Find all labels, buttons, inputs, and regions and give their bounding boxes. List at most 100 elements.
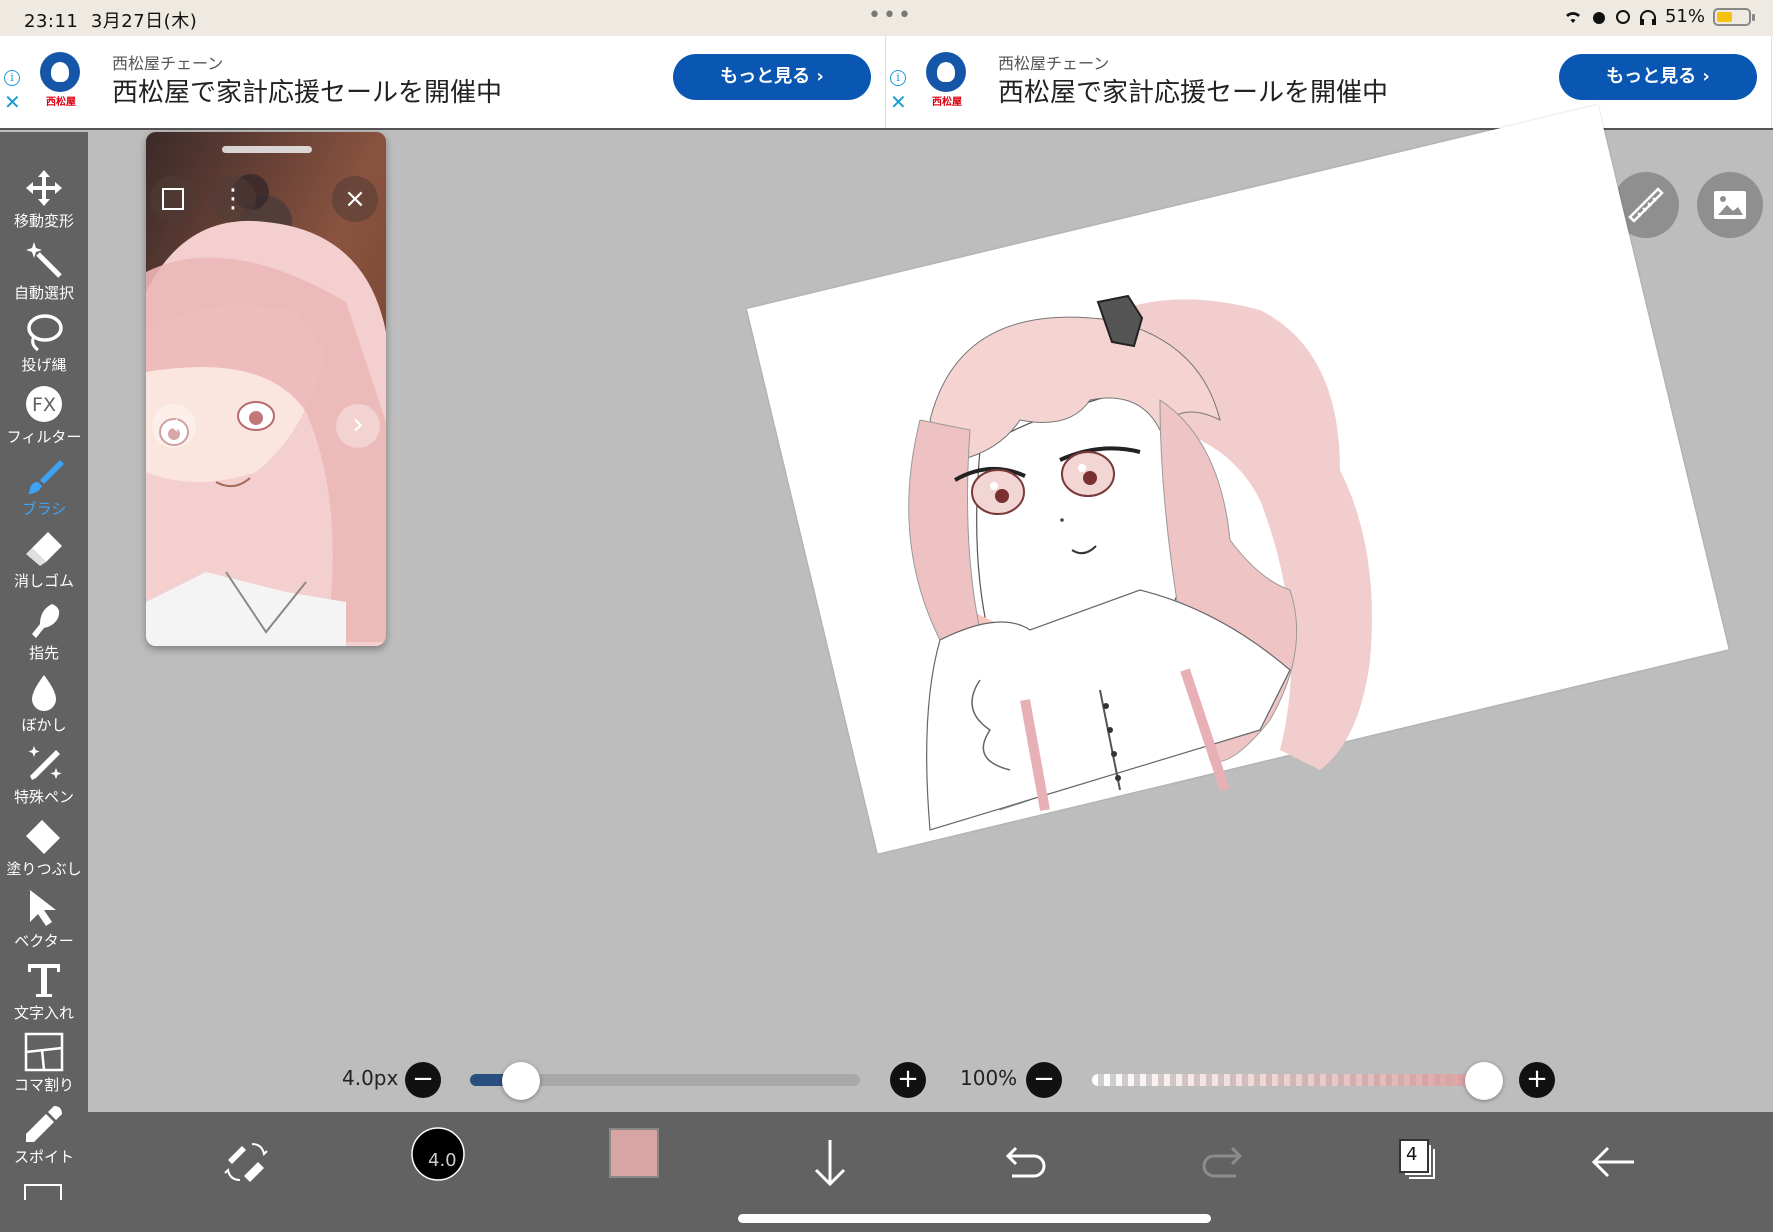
tool-more-icon[interactable] xyxy=(24,1184,62,1200)
reference-prev-button[interactable]: ‹ xyxy=(152,404,196,448)
multitask-dots-icon[interactable]: ••• xyxy=(868,3,913,28)
vector-arrow-icon xyxy=(30,890,56,926)
reference-window[interactable]: ⋮ × ‹ › xyxy=(146,132,386,646)
redo-button[interactable] xyxy=(1190,1130,1254,1194)
tool-label: フィルター xyxy=(6,428,82,446)
reference-menu-button[interactable]: ⋮ xyxy=(210,176,256,222)
ad-company: 西松屋チェーン xyxy=(112,54,224,73)
bottom-toolbar: 4.0 4 xyxy=(88,1112,1773,1232)
ad-close-icon[interactable]: ✕ xyxy=(4,90,21,114)
fx-icon: FX xyxy=(26,386,62,422)
image-button[interactable] xyxy=(1697,172,1763,238)
minus-icon: − xyxy=(1033,1064,1055,1094)
square-icon xyxy=(162,188,184,210)
orientation-lock-icon xyxy=(1615,9,1630,24)
clock-time: 23:11 xyxy=(24,11,79,32)
tool-label: ブラシ xyxy=(21,500,67,518)
alarm-icon xyxy=(1592,11,1605,24)
minus-icon: − xyxy=(412,1064,434,1094)
ad-banner[interactable]: i ✕ 西松屋 西松屋チェーン 西松屋で家計応援セールを開催中 もっと見る › xyxy=(0,36,886,128)
ad-logo-text: 西松屋 xyxy=(932,97,962,108)
tool-smudge[interactable]: 指先 xyxy=(0,600,88,670)
brush-size-thumb[interactable] xyxy=(501,1062,540,1100)
status-icons: 51% xyxy=(1563,6,1755,27)
ad-close-icon[interactable]: ✕ xyxy=(890,90,907,114)
ad-banner[interactable]: i ✕ 西松屋 西松屋チェーン 西松屋で家計応援セールを開催中 もっと見る › xyxy=(886,36,1772,128)
reference-drag-handle[interactable] xyxy=(222,146,312,153)
tool-label: 指先 xyxy=(28,644,59,662)
layers-button[interactable]: 4 xyxy=(1386,1130,1450,1194)
home-indicator[interactable] xyxy=(738,1214,1211,1223)
smudge-icon xyxy=(32,604,60,638)
brush-size-value: 4.0px xyxy=(342,1066,399,1090)
svg-text:FX: FX xyxy=(32,394,56,416)
image-icon xyxy=(1714,191,1746,219)
reference-frame-button[interactable] xyxy=(150,176,196,222)
tool-filter[interactable]: FX フィルター xyxy=(0,384,88,454)
tool-eyedropper[interactable]: スポイト xyxy=(0,1104,88,1174)
plus-icon: + xyxy=(1526,1064,1548,1094)
layer-count: 4 xyxy=(1406,1144,1418,1165)
tool-label: 塗りつぶし xyxy=(6,860,82,878)
ad-banner-row: i ✕ 西松屋 西松屋チェーン 西松屋で家計応援セールを開催中 もっと見る › … xyxy=(0,36,1773,130)
brush-size-increase-button[interactable]: + xyxy=(890,1062,926,1098)
blur-drop-icon xyxy=(32,675,56,711)
canvas-drawing xyxy=(908,294,1372,831)
headphones-icon xyxy=(1639,9,1656,25)
tool-lasso[interactable]: 投げ縄 xyxy=(0,312,88,382)
brush-opacity-slider[interactable] xyxy=(1092,1074,1484,1086)
pen-eraser-swap-icon xyxy=(224,1143,268,1182)
undo-button[interactable] xyxy=(994,1130,1058,1194)
back-button[interactable] xyxy=(1582,1130,1646,1194)
ad-logo: 西松屋 xyxy=(40,52,82,108)
brush-size-preview-button[interactable]: 4.0 xyxy=(410,1126,466,1182)
fill-bucket-icon xyxy=(26,820,60,854)
tool-label: ベクター xyxy=(14,932,74,950)
battery-level xyxy=(1717,11,1733,22)
tool-auto-select[interactable]: 自動選択 xyxy=(0,240,88,310)
tool-brush[interactable]: ブラシ xyxy=(0,456,88,526)
tool-move-transform[interactable]: 移動変形 xyxy=(0,168,88,238)
chevron-right-icon: › xyxy=(352,407,364,442)
status-bar: 23:11 3月27日(木) ••• 51% xyxy=(0,0,1773,36)
close-icon: × xyxy=(344,184,366,214)
magic-wand-icon xyxy=(26,242,62,278)
eraser-icon xyxy=(26,532,62,566)
ruler-icon xyxy=(1628,187,1664,223)
reference-next-button[interactable]: › xyxy=(336,404,380,448)
ad-more-button[interactable]: もっと見る › xyxy=(673,54,871,100)
tool-label: 自動選択 xyxy=(13,284,74,302)
ad-info-icon[interactable]: i xyxy=(4,70,20,86)
color-swatch-button[interactable] xyxy=(609,1128,659,1178)
tool-vector[interactable]: ベクター xyxy=(0,888,88,958)
brush-size-decrease-button[interactable]: − xyxy=(405,1062,441,1098)
brush-opacity-thumb[interactable] xyxy=(1465,1062,1503,1100)
tool-text[interactable]: 文字入れ xyxy=(0,960,88,1030)
download-button[interactable] xyxy=(798,1130,862,1194)
tool-special-pen[interactable]: 特殊ペン xyxy=(0,744,88,814)
tool-label: 消しゴム xyxy=(13,572,74,590)
ad-company: 西松屋チェーン xyxy=(998,54,1110,73)
ad-headline: 西松屋で家計応援セールを開催中 xyxy=(998,78,1389,108)
brush-opacity-decrease-button[interactable]: − xyxy=(1026,1062,1062,1098)
redo-icon xyxy=(1202,1146,1243,1178)
ad-headline: 西松屋で家計応援セールを開催中 xyxy=(112,78,503,108)
chevron-left-icon: ‹ xyxy=(168,407,180,442)
tool-fill[interactable]: 塗りつぶし xyxy=(0,816,88,886)
tool-label: スポイト xyxy=(13,1148,74,1166)
reference-close-button[interactable]: × xyxy=(332,176,378,222)
tool-eraser[interactable]: 消しゴム xyxy=(0,528,88,598)
brush-opacity-value: 100% xyxy=(960,1066,1018,1090)
swap-tool-button[interactable] xyxy=(214,1130,278,1194)
battery-icon xyxy=(1713,7,1755,26)
plus-icon: + xyxy=(897,1064,919,1094)
move-icon xyxy=(26,170,62,206)
tool-blur[interactable]: ぼかし xyxy=(0,672,88,742)
arrow-left-icon xyxy=(1591,1146,1634,1178)
lasso-icon xyxy=(27,314,63,352)
brush-opacity-increase-button[interactable]: + xyxy=(1519,1062,1555,1098)
ad-info-icon[interactable]: i xyxy=(890,70,906,86)
arrow-down-icon xyxy=(814,1140,846,1187)
brush-icon xyxy=(28,460,64,494)
ad-more-button[interactable]: もっと見る › xyxy=(1559,54,1757,100)
